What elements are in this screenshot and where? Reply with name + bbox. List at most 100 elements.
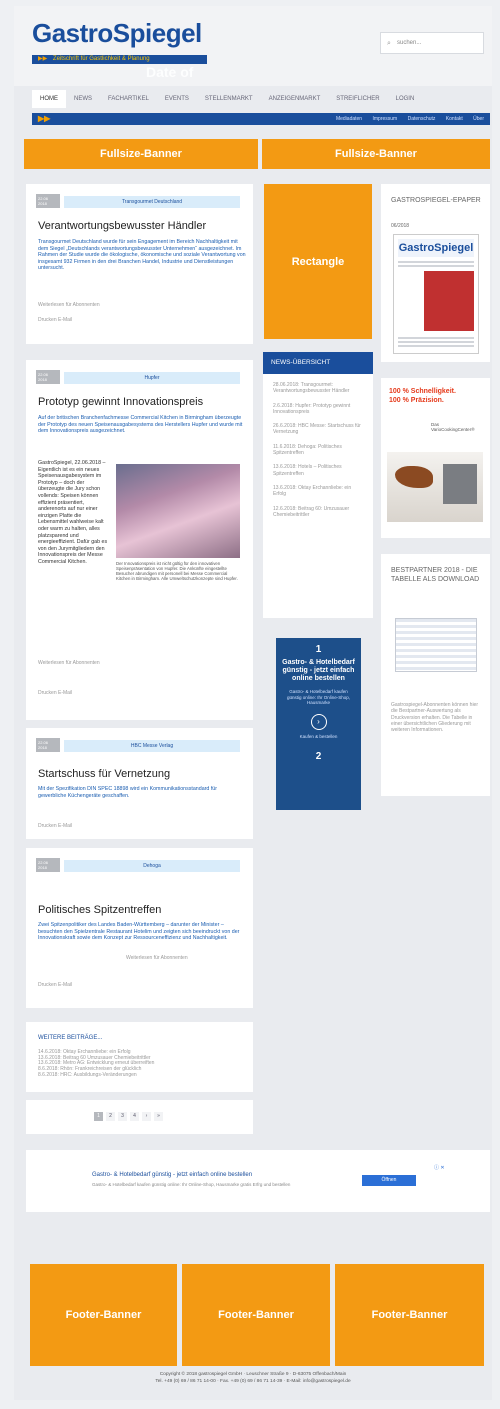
bestpartner-card: BESTPARTNER 2018 - DIE TABELLE ALS DOWNL…: [381, 554, 490, 796]
ad-choices-icon[interactable]: ⓘ ✕: [434, 1164, 445, 1171]
page: GastroSpiegel ▶▶ Zeitschrift für Gastlic…: [14, 6, 492, 1400]
nav-item-news[interactable]: NEWS: [66, 90, 100, 108]
cover-line: [398, 345, 474, 347]
rational-ad[interactable]: 100 % Schnelligkeit. 100 % Präzision. Da…: [381, 378, 490, 538]
article-title[interactable]: Prototyp gewinnt Innovationspreis: [38, 396, 248, 408]
ad-number: 1: [315, 644, 322, 655]
footer-banner-2[interactable]: Footer-Banner: [182, 1264, 330, 1366]
nav-item-anzeigenmarkt[interactable]: ANZEIGENMARKT: [261, 90, 329, 108]
footer-banner-3[interactable]: Footer-Banner: [335, 1264, 484, 1366]
article-card: 22.06 2018 Dehoga Politisches Spitzentre…: [26, 848, 253, 1008]
nav-item-login[interactable]: LOGIN: [388, 90, 423, 108]
article-actions[interactable]: Drucken E-Mail: [38, 982, 72, 988]
article-teaser[interactable]: Transgourmet Deutschland wurde für sein …: [38, 239, 246, 299]
article-card: 22.06 2018 Hupfer Prototyp gewinnt Innov…: [26, 360, 253, 720]
page-link-4[interactable]: 4: [130, 1112, 139, 1121]
last-page-icon[interactable]: »: [154, 1112, 163, 1121]
site-logo[interactable]: GastroSpiegel: [32, 18, 202, 49]
page-link-3[interactable]: 3: [118, 1112, 127, 1121]
article-source: Weiterlesen für Abonnenten: [38, 660, 100, 666]
sub-nav-link[interactable]: Datenschutz: [408, 116, 436, 122]
ad-title[interactable]: Gastro- & Hotelbedarf günstig - jetzt ei…: [282, 659, 355, 683]
sub-nav-bar: ▶▶ Mediadaten Impressum Datenschutz Kont…: [32, 113, 490, 125]
fullsize-banner-left[interactable]: Fullsize-Banner: [24, 139, 258, 169]
ad-small-text: Kaufen & bestellen: [299, 733, 338, 739]
page-link-1[interactable]: 1: [94, 1112, 103, 1121]
news-link[interactable]: 26.6.2018: HBC Messe: Startschuss für Ve…: [273, 423, 365, 436]
epaper-cover-logo: GastroSpiegel: [398, 239, 474, 257]
search-input[interactable]: ⌕ suchen...: [380, 32, 484, 54]
article-date: 22.06 2018: [36, 738, 60, 752]
article-teaser[interactable]: Mit der Spezifikation DIN SPEC 18898 wir…: [38, 786, 246, 800]
nav-item-home[interactable]: HOME: [32, 90, 66, 108]
ad-headline: 100 % Schnelligkeit.: [389, 388, 456, 395]
news-overview: NEWS-ÜBERSICHT 28.06.2018: Transgourmet:…: [263, 352, 373, 618]
sub-nav-links: Mediadaten Impressum Datenschutz Kontakt…: [327, 113, 484, 125]
search-placeholder: suchen...: [397, 40, 422, 46]
sidebar-blue-ad[interactable]: 1 Gastro- & Hotelbedarf günstig - jetzt …: [276, 638, 361, 810]
watermark: Date of: [146, 64, 194, 80]
article-card: 22.06 2018 Transgourmet Deutschland Vera…: [26, 184, 253, 344]
news-link[interactable]: 13.6.2018: Hotels – Politisches Spitzent…: [273, 464, 365, 477]
news-link[interactable]: 11.6.2018: Dehoga: Politisches Spitzentr…: [273, 444, 365, 457]
ad-subtitle: Gastro- & Hotelbedarf kaufen günstig onl…: [286, 689, 351, 705]
news-link[interactable]: 13.6.2018: Oktay Erchannliebe: ein Erfol…: [273, 485, 365, 498]
article-title[interactable]: Politisches Spitzentreffen: [38, 904, 248, 916]
logo-tagline: Zeitschrift für Gastlichkeit & Planung: [52, 56, 150, 62]
article-tag[interactable]: Hupfer: [64, 372, 240, 384]
nav-item-fachartikel[interactable]: FACHARTIKEL: [100, 90, 157, 108]
footer-copyright: Copyright © 2018 gastrospiegel GmbH · Le…: [14, 1371, 492, 1385]
article-title[interactable]: Verantwortungsbewusster Händler: [38, 220, 248, 232]
sub-nav-link[interactable]: Über: [473, 116, 484, 122]
article-tag[interactable]: HBC Messe Verlag: [64, 740, 240, 752]
sub-nav-link[interactable]: Mediadaten: [336, 116, 362, 122]
sub-nav-link[interactable]: Impressum: [372, 116, 397, 122]
article-photo[interactable]: [116, 464, 240, 558]
text-ad-title[interactable]: Gastro- & Hotelbedarf günstig - jetzt ei…: [92, 1172, 252, 1178]
epaper-issue: 06/2018: [391, 223, 410, 229]
logo-tagline-strip: ▶▶ Zeitschrift für Gastlichkeit & Planun…: [32, 55, 207, 64]
cover-line: [398, 261, 474, 263]
bestpartner-title[interactable]: BESTPARTNER 2018 - DIE TABELLE ALS DOWNL…: [391, 566, 485, 584]
article-actions[interactable]: Drucken E-Mail: [38, 823, 72, 829]
epaper-cover[interactable]: GastroSpiegel: [393, 234, 479, 354]
news-link[interactable]: 12.6.2018: Beitrag 60: Umzusauer Chemieb…: [273, 506, 365, 519]
article-actions[interactable]: Drucken E-Mail: [38, 317, 72, 323]
footer-line[interactable]: Tel. +49 (0) 69 / 86 71 14-00 · Fax. +49…: [14, 1378, 492, 1385]
text-ad[interactable]: Gastro- & Hotelbedarf günstig - jetzt ei…: [26, 1150, 490, 1212]
ad-arrow-icon[interactable]: ›: [310, 713, 327, 730]
article-tag[interactable]: Transgourmet Deutschland: [64, 196, 240, 208]
next-page-icon[interactable]: ›: [142, 1112, 151, 1121]
article-tag[interactable]: Dehoga: [64, 860, 240, 872]
article-actions[interactable]: Drucken E-Mail: [38, 690, 72, 696]
news-link[interactable]: 2.6.2018: Hupfer: Prototyp gewinnt Innov…: [273, 403, 365, 416]
fullsize-banner-right[interactable]: Fullsize-Banner: [262, 139, 490, 169]
cover-line: [398, 341, 474, 343]
more-articles-title: WEITERE BEITRÄGE...: [38, 1035, 103, 1041]
article-card: 22.06 2018 HBC Messe Verlag Startschuss …: [26, 728, 253, 839]
text-ad-open-button[interactable]: Öffnen: [362, 1175, 416, 1186]
bestpartner-table-thumb[interactable]: [395, 618, 477, 672]
article-teaser[interactable]: Auf der britischen Branchenfachmesse Com…: [38, 415, 246, 455]
photo-caption: Der Innovationspreis ist nicht gültig fü…: [116, 561, 238, 581]
nav-item-stellenmarkt[interactable]: STELLENMARKT: [197, 90, 261, 108]
epaper-card: GASTROSPIEGEL-EPAPER 06/2018 GastroSpieg…: [381, 184, 490, 362]
epaper-title[interactable]: GASTROSPIEGEL-EPAPER: [391, 196, 481, 205]
rectangle-banner[interactable]: Rectangle: [264, 184, 372, 339]
main-nav: HOME NEWS FACHARTIKEL EVENTS STELLENMARK…: [32, 90, 490, 108]
footer-banner-1[interactable]: Footer-Banner: [30, 1264, 177, 1366]
ad-headline: 100 % Präzision.: [389, 397, 444, 404]
nav-item-events[interactable]: EVENTS: [157, 90, 197, 108]
sub-nav-link[interactable]: Kontakt: [446, 116, 463, 122]
article-body: GastroSpiegel, 22.06.2018 – Eigentlich i…: [38, 460, 108, 565]
news-overview-title: NEWS-ÜBERSICHT: [263, 352, 373, 374]
cover-image: [424, 271, 474, 331]
news-link[interactable]: 28.06.2018: Transgourmet: Verantwortungs…: [273, 382, 365, 395]
cover-line: [398, 337, 474, 339]
nav-item-streiflicher[interactable]: STREIFLICHER: [328, 90, 387, 108]
more-article-link[interactable]: 8.6.2018: HRC: Ausbildungs-Veränderungen: [38, 1072, 243, 1079]
more-articles-list: 14.6.2018: Oktay Erchannliebe: ein Erfol…: [38, 1049, 243, 1079]
article-title[interactable]: Startschuss für Vernetzung: [38, 768, 248, 780]
pagination: 1 2 3 4 › »: [94, 1112, 163, 1121]
page-link-2[interactable]: 2: [106, 1112, 115, 1121]
